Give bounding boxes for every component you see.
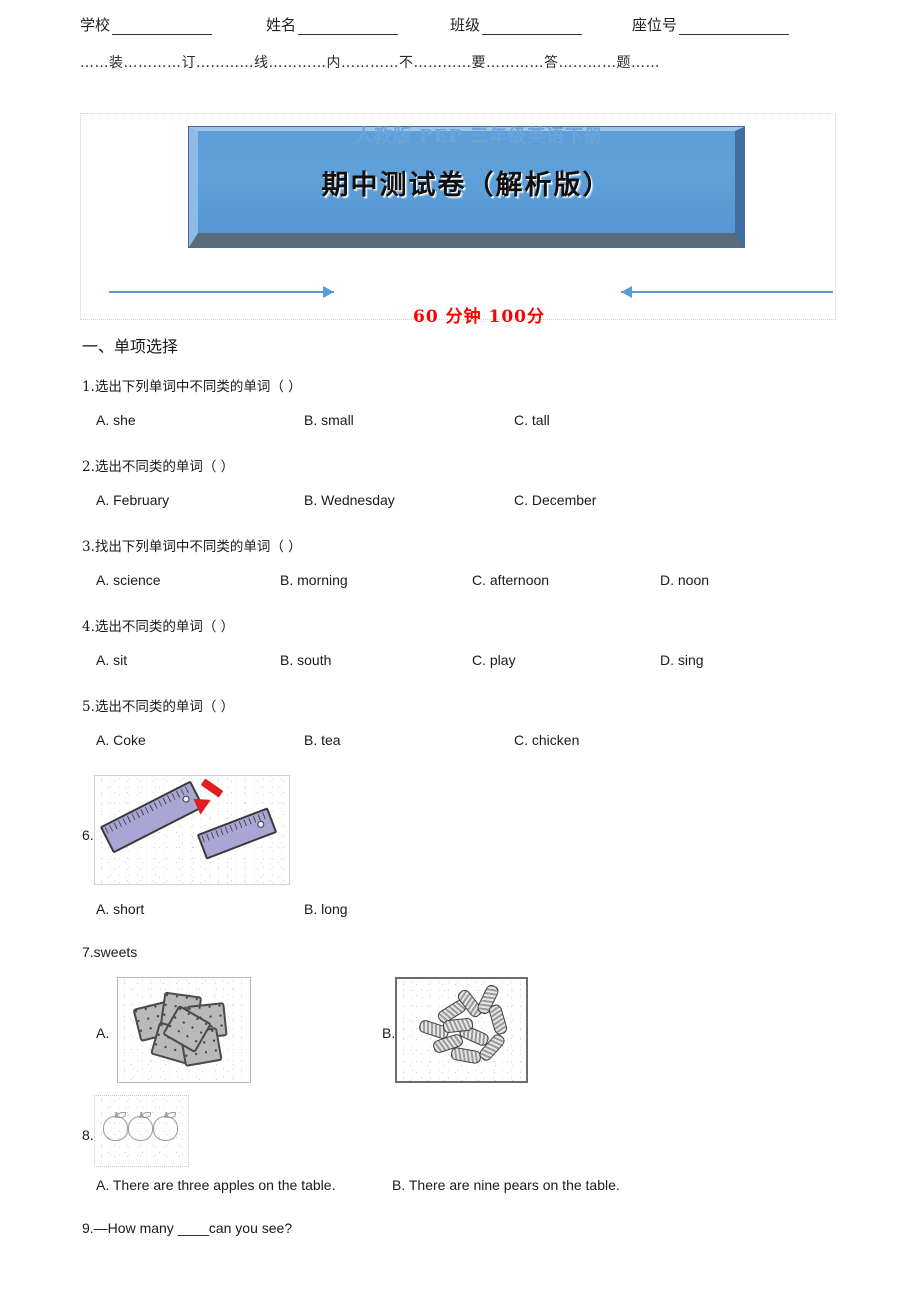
field-class-input[interactable] — [482, 20, 583, 35]
candies-image[interactable] — [395, 977, 528, 1083]
exam-header: 学校 姓名 班级 座位号 ……装…………订…………线…………内…………不…………… — [0, 0, 920, 72]
option-b[interactable]: B. south — [280, 652, 331, 668]
arrow-line — [109, 291, 334, 293]
field-class: 班级 — [450, 14, 583, 35]
option-a[interactable]: A. There are three apples on the table. — [96, 1177, 335, 1193]
question-9-stem: 9.—How many ____can you see? — [82, 1220, 293, 1236]
option-b[interactable]: B. There are nine pears on the table. — [392, 1177, 620, 1193]
arrow-head — [188, 791, 211, 815]
apple-icon — [103, 1112, 128, 1141]
question-list: 一、单项选择 1.选出下列单词中不同类的单词（ ） A. she B. smal… — [82, 333, 842, 1253]
crackers-image[interactable] — [117, 977, 251, 1083]
option-c[interactable]: C. afternoon — [472, 572, 549, 588]
question-8-image-block: 8. — [82, 1095, 842, 1169]
field-seat-number: 座位号 — [632, 14, 790, 35]
question-1-stem: 1.选出下列单词中不同类的单词（ ） — [82, 379, 302, 395]
question-7-stem: 7.sweets — [82, 944, 138, 960]
question-4-options: A. sit B. south C. play D. sing — [82, 652, 842, 670]
option-c[interactable]: C. December — [514, 492, 596, 508]
arrow-right-pointing-icon — [109, 286, 334, 298]
arrow-head — [323, 286, 334, 298]
option-d[interactable]: D. noon — [660, 572, 709, 588]
question-6-image-block: 6. — [82, 775, 842, 895]
option-b[interactable]: B. small — [304, 412, 354, 428]
option-a[interactable]: A. Coke — [96, 732, 146, 748]
option-c[interactable]: C. tall — [514, 412, 550, 428]
field-name: 姓名 — [266, 14, 399, 35]
question-5-stem: 5.选出不同类的单词（ ） — [82, 699, 235, 715]
option-a[interactable]: A. short — [96, 901, 144, 917]
student-id-row: 学校 姓名 班级 座位号 — [80, 14, 840, 35]
arrow-line — [621, 291, 833, 293]
question-2-options: A. February B. Wednesday C. December — [82, 492, 842, 510]
question-6-options: A. short B. long — [82, 901, 842, 919]
field-class-label: 班级 — [450, 16, 481, 34]
option-c[interactable]: C. play — [472, 652, 516, 668]
field-seat-number-label: 座位号 — [632, 16, 678, 34]
banner-title-text: 期中测试卷（解析版） — [321, 169, 612, 201]
question-7-label-a: A. — [96, 1025, 110, 1041]
field-name-input[interactable] — [298, 20, 399, 35]
option-b[interactable]: B. tea — [304, 732, 341, 748]
question-3-stem: 3.找出下列单词中不同类的单词（ ） — [82, 539, 302, 555]
question-8-number: 8. — [82, 1127, 94, 1143]
question-7-image-block: A. B. — [82, 977, 842, 1087]
score-line: 60 分钟 100分 — [413, 307, 545, 327]
field-name-label: 姓名 — [266, 16, 297, 34]
arrow-left-pointing-icon — [621, 286, 833, 298]
ruler-hole — [256, 819, 266, 829]
option-d[interactable]: D. sing — [660, 652, 704, 668]
option-b[interactable]: B. Wednesday — [304, 492, 395, 508]
field-school-input[interactable] — [112, 20, 213, 35]
ruler-comparison-image — [94, 775, 290, 885]
question-8-options: A. There are three apples on the table. … — [82, 1177, 842, 1195]
question-7-label-b: B. — [382, 1025, 396, 1041]
seal-line: ……装…………订…………线…………内…………不…………要…………答…………题…… — [80, 55, 660, 71]
option-b[interactable]: B. long — [304, 901, 348, 917]
arrow-head — [621, 286, 632, 298]
field-school: 学校 — [80, 14, 213, 35]
option-a[interactable]: A. sit — [96, 652, 127, 668]
apple-icon — [128, 1112, 153, 1141]
option-a[interactable]: A. February — [96, 492, 169, 508]
option-b[interactable]: B. morning — [280, 572, 348, 588]
option-c[interactable]: C. chicken — [514, 732, 579, 748]
field-seat-number-input[interactable] — [679, 20, 790, 35]
question-3-options: A. science B. morning C. afternoon D. no… — [82, 572, 842, 590]
apple-icon — [153, 1112, 178, 1141]
question-5-options: A. Coke B. tea C. chicken — [82, 732, 842, 750]
field-school-label: 学校 — [80, 16, 111, 34]
subtitle-text: 人教版 PEP 三年级英语下册 — [354, 126, 604, 147]
red-pointer-arrow-icon — [188, 778, 226, 815]
title-block: 期中测试卷（解析版） 人教版 PEP 三年级英语下册 60 分钟 100分 — [80, 113, 837, 327]
question-2-stem: 2.选出不同类的单词（ ） — [82, 459, 235, 475]
subtitle-row — [81, 264, 837, 304]
question-1-options: A. she B. small C. tall — [82, 412, 842, 430]
apples-image — [94, 1095, 189, 1167]
section-title: 一、单项选择 — [82, 337, 179, 356]
option-a[interactable]: A. science — [96, 572, 161, 588]
question-6-number: 6. — [82, 827, 94, 843]
option-a[interactable]: A. she — [96, 412, 136, 428]
question-4-stem: 4.选出不同类的单词（ ） — [82, 619, 235, 635]
